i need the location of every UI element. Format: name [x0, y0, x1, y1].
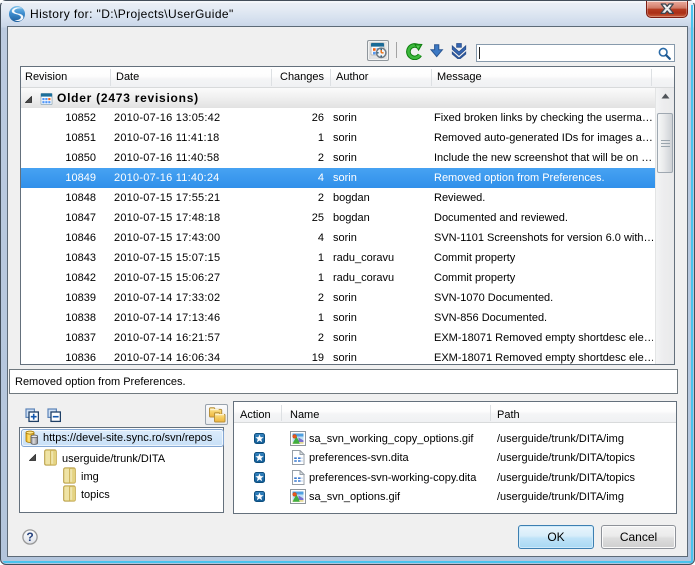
svg-text:?: ?	[26, 530, 33, 544]
